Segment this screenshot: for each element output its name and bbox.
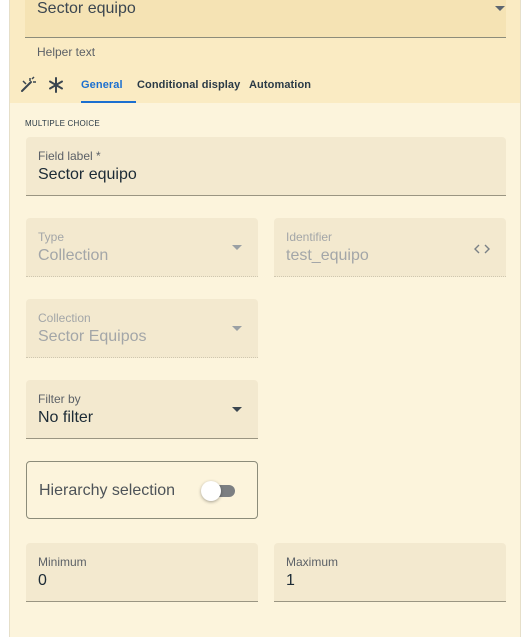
helper-text: Helper text xyxy=(37,45,96,59)
tab-conditional-display[interactable]: Conditional display xyxy=(137,79,240,91)
chevron-down-icon xyxy=(232,245,242,250)
top-select-value: Sector equipo xyxy=(37,0,136,17)
field-label-input[interactable]: Field label * Sector equipo xyxy=(26,137,506,196)
header-band: Sector equipo Helper text General Condit… xyxy=(10,0,520,103)
chevron-down-icon xyxy=(495,6,505,11)
hierarchy-selection-box: Hierarchy selection xyxy=(26,461,258,519)
chevron-down-icon xyxy=(232,326,242,331)
tab-general[interactable]: General xyxy=(81,79,123,91)
identifier-field: Identifier test_equipo xyxy=(274,218,506,277)
filter-by-select[interactable]: Filter by No filter xyxy=(26,380,258,439)
maximum-value: 1 xyxy=(286,572,295,589)
chevron-down-icon xyxy=(232,407,242,412)
type-value: Collection xyxy=(38,247,109,264)
top-select-field[interactable]: Sector equipo xyxy=(25,0,506,38)
hierarchy-toggle[interactable] xyxy=(201,481,221,501)
filter-by-value: No filter xyxy=(38,409,94,426)
identifier-label: Identifier xyxy=(286,230,333,244)
type-select: Type Collection xyxy=(26,218,258,277)
field-editor-panel: Sector equipo Helper text General Condit… xyxy=(9,0,521,637)
minimum-label: Minimum xyxy=(38,555,87,569)
identifier-value: test_equipo xyxy=(286,247,369,264)
collection-label: Collection xyxy=(38,311,91,325)
collection-value: Sector Equipos xyxy=(38,328,147,345)
asterisk-icon[interactable] xyxy=(47,76,65,94)
field-label-label: Field label * xyxy=(38,149,101,163)
code-icon[interactable] xyxy=(474,242,490,254)
maximum-label: Maximum xyxy=(286,555,339,569)
minimum-input[interactable]: Minimum 0 xyxy=(26,543,258,602)
filter-by-label: Filter by xyxy=(38,392,81,406)
maximum-input[interactable]: Maximum 1 xyxy=(274,543,506,602)
field-label-value: Sector equipo xyxy=(38,166,137,183)
minimum-value: 0 xyxy=(38,572,47,589)
tab-automation[interactable]: Automation xyxy=(249,79,311,91)
collection-select: Collection Sector Equipos xyxy=(26,299,258,358)
type-label: Type xyxy=(38,230,65,244)
section-title: MULTIPLE CHOICE xyxy=(25,119,100,128)
active-tab-indicator xyxy=(81,101,136,103)
magic-wand-icon[interactable] xyxy=(19,76,37,94)
hierarchy-selection-label: Hierarchy selection xyxy=(39,482,176,499)
